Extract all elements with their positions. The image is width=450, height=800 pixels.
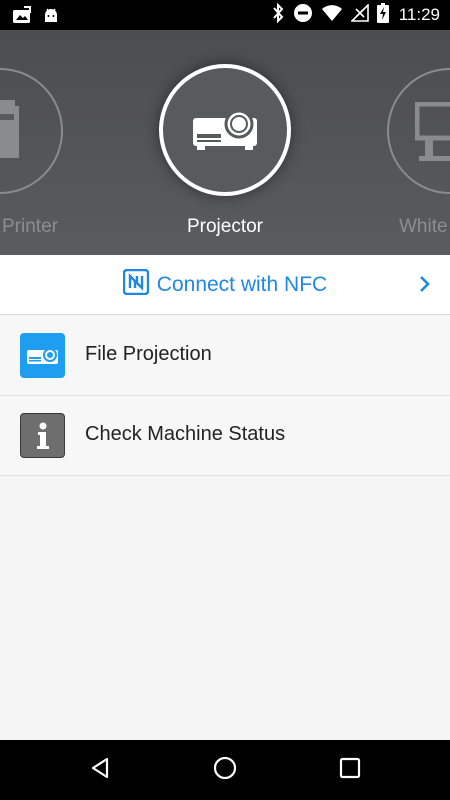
connect-nfc-button[interactable]: Connect with NFC: [0, 255, 450, 315]
back-button[interactable]: [85, 755, 115, 785]
projector-icon: [191, 108, 261, 155]
check-machine-status-label: Check Machine Status: [85, 423, 286, 445]
nfc-icon: [122, 268, 149, 300]
bluetooth-icon: [271, 2, 285, 28]
battery-charging-icon: [376, 2, 389, 28]
home-button[interactable]: [210, 755, 240, 785]
printer-icon: [0, 100, 37, 169]
info-icon: [20, 413, 65, 458]
status-left-icons: [12, 6, 60, 29]
device-carousel[interactable]: Printer Projector White: [0, 30, 450, 255]
nfc-content: Connect with NFC: [122, 268, 328, 300]
recents-button[interactable]: [335, 755, 365, 785]
photo-upload-icon: [12, 6, 32, 29]
wifi-icon: [321, 4, 343, 27]
check-machine-status-item[interactable]: Check Machine Status: [0, 396, 450, 476]
device-label-whiteboard: White: [399, 216, 448, 237]
do-not-disturb-icon: [293, 3, 313, 28]
nfc-label: Connect with NFC: [156, 272, 328, 296]
chevron-right-icon: [418, 273, 432, 300]
status-time: 11:29: [398, 5, 440, 24]
projector-circle[interactable]: [159, 64, 291, 196]
status-bar: 11:29: [0, 0, 450, 30]
recents-icon: [339, 757, 361, 784]
file-projection-label: File Projection: [85, 343, 212, 365]
whiteboard-circle[interactable]: [387, 68, 450, 194]
navigation-bar: [0, 740, 450, 800]
device-label-projector: Projector: [186, 216, 264, 237]
android-icon: [42, 6, 60, 29]
back-icon: [88, 756, 112, 785]
status-right-icons: 11:29: [271, 2, 440, 28]
printer-circle[interactable]: [0, 68, 63, 194]
home-icon: [212, 755, 238, 786]
whiteboard-icon: [414, 101, 450, 171]
file-projection-item[interactable]: File Projection: [0, 316, 450, 396]
no-sim-icon: [349, 2, 369, 27]
projector-icon: [20, 333, 65, 378]
